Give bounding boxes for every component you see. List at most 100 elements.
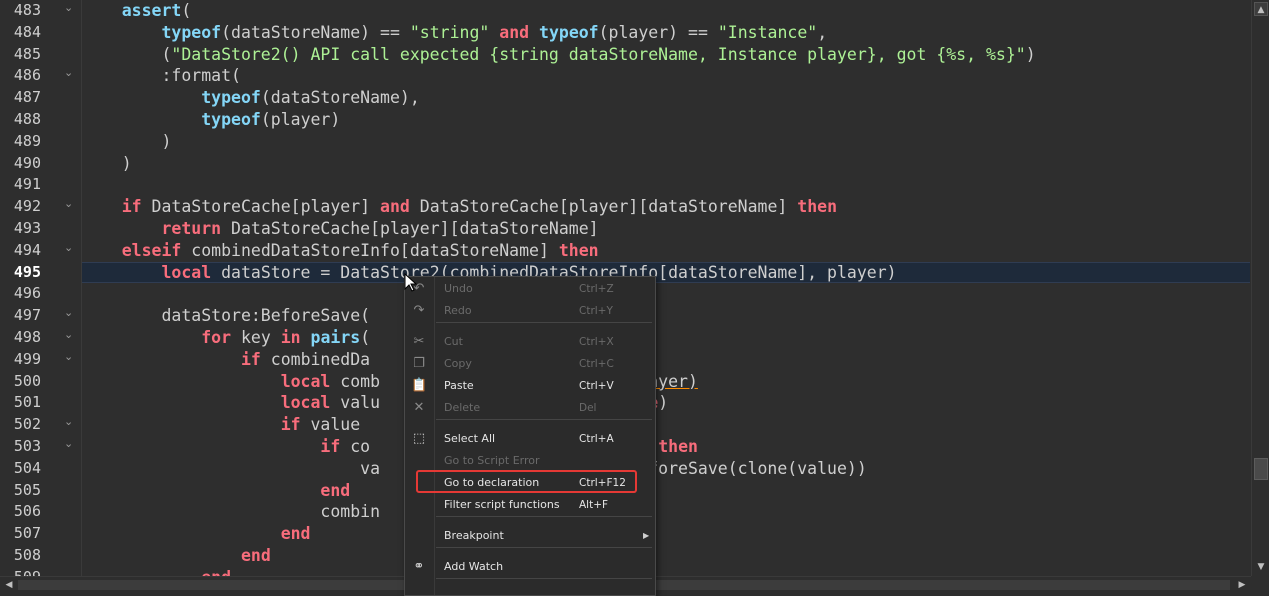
code-token: in [280, 328, 301, 347]
code-token: combinedDa [260, 349, 371, 369]
line-number: 484 [13, 22, 41, 41]
fold-chevron-icon[interactable]: ⌄ [64, 329, 74, 340]
code-line[interactable]: 492 ⌄ if DataStoreCache[player] and DataS… [0, 196, 1250, 218]
code-token: and [380, 197, 410, 217]
scroll-down-icon[interactable]: ▼ [1254, 560, 1268, 574]
code-line[interactable]: 488 typeof(player) [0, 109, 1250, 131]
code-text: typeof(player) [82, 109, 340, 131]
code-token: pairs [310, 328, 361, 347]
code-line[interactable]: 483 ⌄ assert( [0, 0, 1250, 22]
code-text: :format( [82, 65, 240, 87]
scroll-left-icon[interactable]: ◀ [3, 579, 15, 591]
menu-item-label: Select All [444, 432, 496, 445]
menu-item-select-all[interactable]: ⬚ Select All Ctrl+A [405, 428, 655, 450]
menu-item-copy[interactable]: ❐ Copy Ctrl+C [405, 353, 655, 375]
menu-item-filter-script-functions[interactable]: Filter script functions Alt+F [405, 494, 655, 516]
vertical-scroll-thumb[interactable] [1254, 458, 1268, 480]
code-text: if DataStoreCache[player] and DataStoreC… [82, 196, 837, 218]
code-token: "DataStore2() API call expected {string … [171, 44, 1026, 64]
code-text: typeof(dataStoreName), [82, 87, 420, 109]
menu-item-label: Undo [444, 282, 473, 295]
fold-chevron-icon[interactable]: ⌄ [64, 67, 74, 78]
code-text: end [82, 545, 271, 567]
menu-item-delete[interactable]: ✕ Delete Del [405, 397, 655, 419]
code-line[interactable]: 494 ⌄ elseif combinedDataStoreInfo[dataSt… [0, 240, 1250, 262]
code-token: end [280, 524, 311, 544]
code-line[interactable]: 487 typeof(dataStoreName), [0, 87, 1250, 109]
code-line[interactable]: 486 ⌄ :format( [0, 65, 1250, 87]
menu-item-label: Add Watch [444, 560, 504, 573]
submenu-arrow-icon: ▶ [643, 531, 650, 540]
menu-item-undo[interactable]: ↶ Undo Ctrl+Z [405, 278, 655, 300]
menu-item-add-watch[interactable]: ⚭ Add Watch [405, 556, 655, 578]
menu-item-shortcut: Alt+F [579, 499, 609, 511]
code-line[interactable]: 489 ) [0, 131, 1250, 153]
code-token: end [240, 546, 271, 565]
code-text: if combinedDa [82, 349, 370, 371]
fold-chevron-icon[interactable]: ⌄ [64, 198, 74, 209]
menu-item-paste[interactable]: 📋 Paste Ctrl+V [405, 375, 655, 397]
line-number: 497 [13, 306, 41, 325]
line-number: 501 [13, 393, 41, 412]
vertical-scrollbar[interactable]: ▲ ▼ [1251, 0, 1269, 576]
code-token: assert [121, 1, 182, 20]
code-token: then [658, 437, 698, 456]
code-token: ) [658, 393, 669, 413]
line-number: 508 [13, 546, 41, 564]
code-line[interactable]: 485 ("DataStore2() API call expected {st… [0, 44, 1250, 66]
code-text: return DataStoreCache[player][dataStoreN… [82, 218, 598, 240]
menu-item-label: Breakpoint [444, 529, 504, 542]
line-number: 488 [13, 110, 41, 128]
cut-icon: ✂ [413, 334, 425, 349]
fold-chevron-icon[interactable]: ⌄ [64, 351, 74, 362]
code-text: dataStore:BeforeSave( [82, 305, 370, 327]
code-token: combin [82, 502, 381, 522]
menu-item-breakpoint[interactable]: Breakpoint ▶ [405, 525, 655, 547]
menu-item-label: Redo [444, 304, 472, 317]
line-number: 507 [13, 524, 41, 543]
code-token: co [340, 437, 371, 456]
code-token: typeof [201, 88, 261, 108]
code-line[interactable]: 491 [0, 174, 1250, 196]
menu-item-shortcut: Ctrl+Z [579, 283, 614, 295]
scroll-up-icon[interactable]: ▲ [1254, 2, 1268, 16]
code-line[interactable]: 490 ) [0, 153, 1250, 175]
context-menu[interactable]: ↶ Undo Ctrl+Z ↷ Redo Ctrl+Y ✂ Cut Ctrl+X ❐ Copy Ctr… [404, 276, 656, 596]
scroll-right-icon[interactable]: ▶ [1236, 579, 1248, 591]
fold-chevron-icon[interactable]: ⌄ [64, 416, 74, 427]
fold-chevron-icon[interactable]: ⌄ [64, 2, 74, 13]
menu-item-label: Copy [444, 357, 472, 370]
code-text: ("DataStore2() API call expected {string… [82, 44, 1036, 66]
highlight-annotation [416, 470, 637, 493]
scrollbar-corner [1251, 576, 1269, 592]
copy-icon: ❐ [413, 356, 425, 371]
code-token: typeof [201, 110, 261, 129]
menu-item-go-to-script-error[interactable]: Go to Script Error [405, 450, 655, 472]
code-line[interactable]: 493 return DataStoreCache[player][dataSt… [0, 218, 1250, 240]
fold-chevron-icon[interactable]: ⌄ [64, 438, 74, 449]
menu-separator [436, 547, 652, 548]
fold-chevron-icon[interactable]: ⌄ [64, 242, 74, 253]
code-token: return [161, 219, 222, 238]
code-line[interactable]: 484 typeof(dataStoreName) == "string" an… [0, 22, 1250, 44]
code-token: DataStoreCache[player] [141, 197, 381, 217]
code-text: assert( [82, 0, 192, 22]
menu-item-redo[interactable]: ↷ Redo Ctrl+Y [405, 300, 655, 322]
code-token: if [320, 437, 341, 456]
menu-item-label: Paste [444, 379, 474, 392]
fold-chevron-icon[interactable]: ⌄ [64, 307, 74, 318]
line-number: 486 [13, 66, 41, 85]
code-token: ) [1025, 44, 1036, 64]
mouse-pointer-icon [404, 273, 418, 292]
menu-separator [436, 322, 652, 323]
menu-item-cut[interactable]: ✂ Cut Ctrl+X [405, 331, 655, 353]
menu-item-shortcut: Del [579, 402, 597, 414]
line-number: 491 [13, 175, 41, 194]
line-number: 493 [13, 219, 41, 237]
code-text: ) [82, 153, 132, 175]
